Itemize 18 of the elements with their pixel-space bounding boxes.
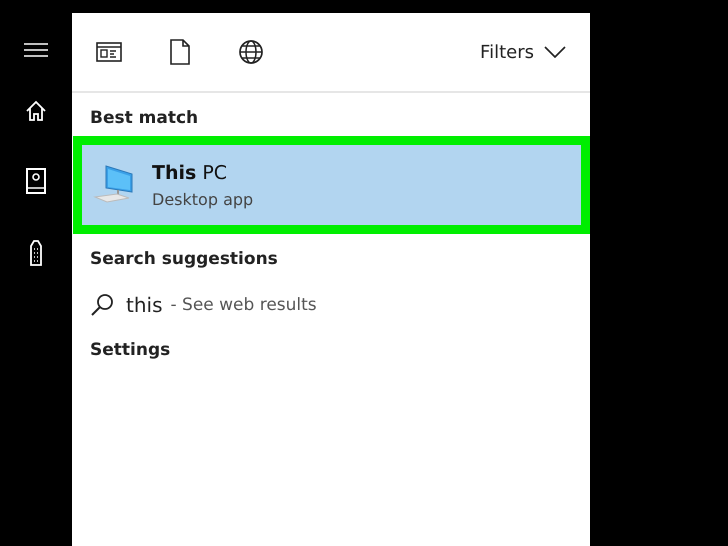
result-item[interactable]: This PC Desktop app <box>82 145 581 225</box>
result-subtitle: Desktop app <box>152 190 254 208</box>
home-icon[interactable] <box>25 100 47 122</box>
search-icon <box>90 293 114 317</box>
suggestion-hint: - See web results <box>170 295 317 315</box>
section-heading: Search suggestions <box>89 248 279 271</box>
document-icon[interactable] <box>170 39 190 65</box>
menu-icon[interactable] <box>24 42 48 58</box>
filters-button[interactable]: Filters <box>480 42 566 62</box>
section-heading: Settings <box>89 339 172 362</box>
apps-icon[interactable] <box>96 42 122 62</box>
section-heading: Best match <box>89 107 200 130</box>
tower-icon[interactable] <box>29 240 43 266</box>
notebook-icon[interactable] <box>26 168 46 194</box>
chevron-down-icon <box>544 46 566 58</box>
globe-icon[interactable] <box>238 39 264 65</box>
suggestion-query[interactable]: this <box>126 293 162 317</box>
result-title: This PC <box>152 162 228 184</box>
